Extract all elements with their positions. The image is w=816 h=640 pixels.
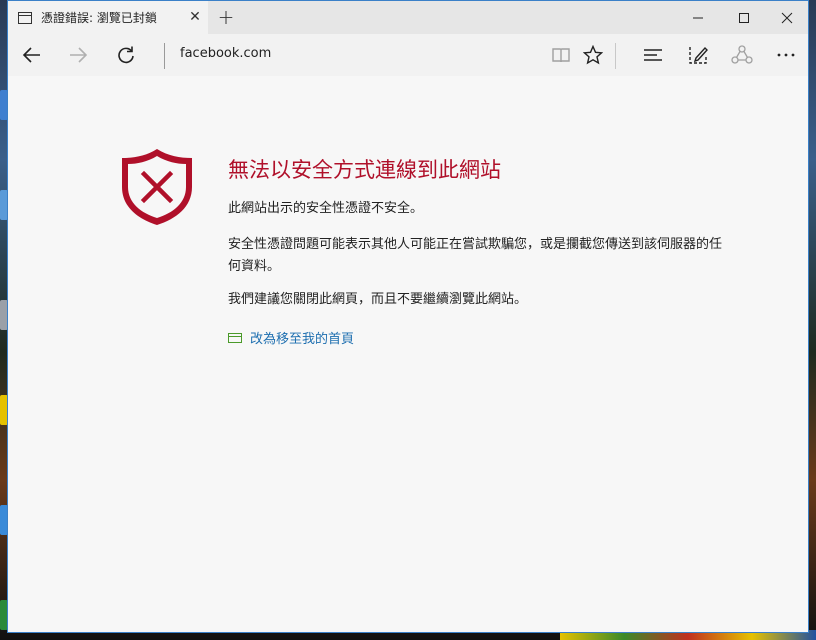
close-icon	[781, 12, 793, 23]
minimize-icon	[693, 17, 703, 18]
arrow-right-icon	[70, 47, 88, 63]
pen-icon	[689, 46, 708, 64]
page-title: 無法以安全方式連線到此網站	[228, 158, 501, 182]
forward-button[interactable]	[62, 39, 94, 71]
tab-title: 憑證錯誤: 瀏覽已封鎖	[41, 11, 157, 25]
hub-button[interactable]	[637, 39, 669, 71]
arrow-left-icon	[22, 47, 40, 63]
refresh-button[interactable]	[110, 39, 142, 71]
maximize-icon	[739, 12, 749, 23]
go-home-link-label[interactable]: 改為移至我的首頁	[250, 328, 354, 347]
more-icon	[777, 53, 795, 57]
new-tab-button[interactable]: +	[215, 6, 237, 28]
share-icon	[731, 45, 753, 64]
more-button[interactable]	[770, 39, 802, 71]
refresh-icon	[118, 46, 134, 64]
shield-error-icon	[122, 149, 192, 225]
maximize-button[interactable]	[721, 1, 767, 34]
reading-view-button[interactable]	[545, 39, 577, 71]
browser-window: 憑證錯誤: 瀏覽已封鎖 ✕ + facebook.com 無法以安全方式連線到此…	[7, 0, 809, 633]
toolbar-separator	[615, 43, 616, 69]
navigation-bar: facebook.com	[8, 34, 808, 76]
warning-text: 此網站出示的安全性憑證不安全。	[228, 201, 424, 216]
go-home-link[interactable]: 改為移至我的首頁	[228, 328, 354, 347]
close-window-button[interactable]	[764, 1, 810, 34]
explanation-text: 安全性憑證問題可能表示其他人可能正在嘗試欺騙您，或是攔截您傳送到該伺服器的任何資…	[228, 237, 723, 274]
share-button[interactable]	[726, 39, 758, 71]
minimize-button[interactable]	[675, 1, 721, 34]
tab-close-button[interactable]: ✕	[186, 8, 204, 26]
web-note-button[interactable]	[682, 39, 714, 71]
page-icon	[18, 11, 32, 24]
star-icon	[583, 45, 603, 65]
recommendation-text: 我們建議您關閉此網頁，而且不要繼續瀏覽此網站。	[228, 292, 528, 307]
back-button[interactable]	[16, 39, 48, 71]
page-content: 無法以安全方式連線到此網站 此網站出示的安全性憑證不安全。 安全性憑證問題可能表…	[8, 76, 808, 632]
title-bar: 憑證錯誤: 瀏覽已封鎖 ✕ +	[8, 1, 808, 34]
favorite-button[interactable]	[577, 39, 609, 71]
address-bar[interactable]: facebook.com	[180, 46, 271, 61]
tab-active[interactable]: 憑證錯誤: 瀏覽已封鎖 ✕	[8, 1, 208, 34]
address-separator	[164, 43, 165, 69]
book-icon	[552, 48, 570, 63]
hub-icon	[644, 49, 662, 61]
home-page-icon	[228, 332, 242, 343]
